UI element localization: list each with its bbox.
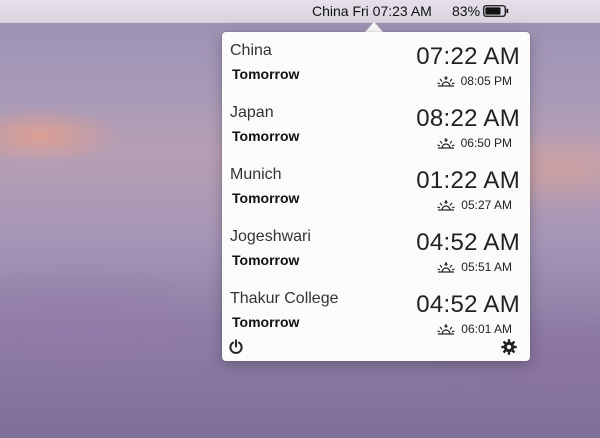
clock-row-jogeshwari[interactable]: Jogeshwari Tomorrow 04:52 AM 05:51 AM — [222, 218, 530, 280]
sun-event: 06:50 PM — [436, 136, 512, 150]
sun-event: 06:01 AM — [437, 322, 512, 336]
local-time: 01:22 AM — [416, 167, 520, 194]
battery-icon[interactable] — [483, 5, 509, 17]
clock-row-china[interactable]: China Tomorrow 07:22 AM 08:05 PM — [222, 32, 530, 94]
sunrise-icon — [437, 324, 455, 335]
gear-icon[interactable] — [501, 339, 517, 355]
sun-event: 08:05 PM — [436, 74, 512, 88]
local-time: 04:52 AM — [416, 291, 520, 318]
clock-row-munich[interactable]: Munich Tomorrow 01:22 AM 05:27 AM — [222, 156, 530, 218]
day-label: Tomorrow — [232, 252, 300, 268]
clock-row-japan[interactable]: Japan Tomorrow 08:22 AM 06:50 PM — [222, 94, 530, 156]
sun-event-time: 08:05 PM — [460, 74, 512, 88]
sunrise-icon — [437, 262, 455, 273]
city-name: Japan — [230, 104, 274, 121]
sun-event-time: 05:51 AM — [461, 260, 512, 274]
world-clock-popover: China Tomorrow 07:22 AM 08:05 PM Japan T… — [222, 32, 530, 361]
popover-arrow — [365, 22, 383, 32]
local-time: 04:52 AM — [416, 229, 520, 256]
power-icon[interactable] — [228, 339, 244, 355]
sun-event-time: 06:50 PM — [460, 136, 512, 150]
sun-event: 05:27 AM — [437, 198, 512, 212]
menu-bar: China Fri 07:23 AM 83% — [0, 0, 600, 23]
menubar-world-clock[interactable]: China Fri 07:23 AM — [312, 3, 432, 19]
sunrise-icon — [437, 200, 455, 211]
sun-event-time: 06:01 AM — [461, 322, 512, 336]
local-time: 07:22 AM — [416, 43, 520, 70]
city-name: Munich — [230, 166, 282, 183]
day-label: Tomorrow — [232, 190, 300, 206]
day-label: Tomorrow — [232, 66, 300, 82]
sun-event-time: 05:27 AM — [461, 198, 512, 212]
clock-row-thakur-college[interactable]: Thakur College Tomorrow 04:52 AM 06:01 A… — [222, 280, 530, 342]
battery-percentage: 83% — [452, 3, 481, 19]
sunset-icon — [436, 138, 455, 149]
local-time: 08:22 AM — [416, 105, 520, 132]
day-label: Tomorrow — [232, 314, 300, 330]
sunset-icon — [436, 76, 455, 87]
city-name: Jogeshwari — [230, 228, 311, 245]
day-label: Tomorrow — [232, 128, 300, 144]
city-name: China — [230, 42, 272, 59]
city-name: Thakur College — [230, 290, 339, 307]
sun-event: 05:51 AM — [437, 260, 512, 274]
